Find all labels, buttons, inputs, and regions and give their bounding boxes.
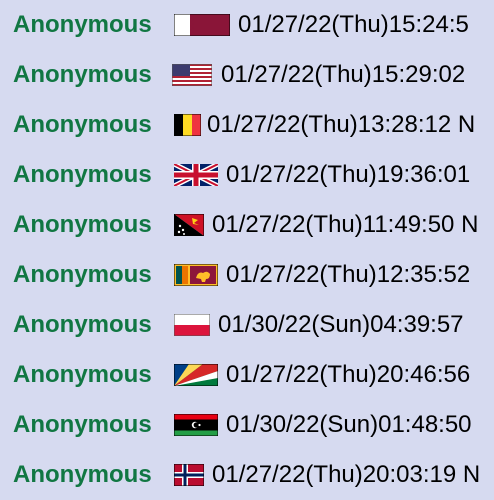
post-header-row: Anonymous 01/27/22(Thu)19:36:01 xyxy=(0,150,494,200)
post-header-row: Anonymous 01/30/22(Sun)01:48:50 xyxy=(0,400,494,450)
post-header-row: Anonymous 01/27/22(Thu)15:29:02 xyxy=(0,50,494,100)
poster-name: Anonymous xyxy=(13,111,152,138)
poster-name: Anonymous xyxy=(13,161,152,188)
norway-flag-icon xyxy=(174,464,204,486)
post-header-row: Anonymous 01/27/22(Thu)20:46:56 xyxy=(0,350,494,400)
post-header-row: Anonymous 01/27/22(Thu)11:49:50 N xyxy=(0,200,494,250)
post-datetime: 01/27/22(Thu)19:36:01 xyxy=(226,161,471,188)
post-datetime: 01/27/22(Thu)20:46:56 xyxy=(226,361,471,388)
post-datetime: 01/27/22(Thu)11:49:50 N xyxy=(212,211,479,238)
post-header-row: Anonymous 01/27/22(Thu)15:24:5 xyxy=(0,0,494,50)
poster-name: Anonymous xyxy=(13,411,152,438)
sri-lanka-flag-icon xyxy=(174,264,218,286)
post-datetime: 01/27/22(Thu)12:35:52 xyxy=(226,261,471,288)
post-header-row: Anonymous 01/27/22(Thu)12:35:52 xyxy=(0,250,494,300)
post-header-row: Anonymous 01/27/22(Thu)20:03:19 N xyxy=(0,450,494,500)
post-datetime: 01/27/22(Thu)15:24:5 xyxy=(238,11,469,38)
poster-name: Anonymous xyxy=(13,261,152,288)
post-list: Anonymous 01/27/22(Thu)15:24:5 Anonymous… xyxy=(0,0,494,500)
united-states-flag-icon xyxy=(172,64,212,86)
poster-name: Anonymous xyxy=(13,361,152,388)
post-header-row: Anonymous 01/27/22(Thu)13:28:12 N xyxy=(0,100,494,150)
post-datetime: 01/27/22(Thu)15:29:02 xyxy=(221,61,466,88)
poster-name: Anonymous xyxy=(13,311,152,338)
post-datetime: 01/27/22(Thu)13:28:12 N xyxy=(207,111,476,138)
post-datetime: 01/27/22(Thu)20:03:19 N xyxy=(212,461,481,488)
papua-new-guinea-flag-icon xyxy=(174,214,204,236)
post-datetime: 01/30/22(Sun)01:48:50 xyxy=(226,411,472,438)
post-header-row: Anonymous 01/30/22(Sun)04:39:57 xyxy=(0,300,494,350)
united-kingdom-flag-icon xyxy=(174,164,218,186)
poster-name: Anonymous xyxy=(13,461,152,488)
libya-flag-icon xyxy=(174,414,218,436)
seychelles-flag-icon xyxy=(174,364,218,386)
poster-name: Anonymous xyxy=(13,61,152,88)
poster-name: Anonymous xyxy=(13,11,152,38)
qatar-flag-icon xyxy=(174,14,230,36)
poland-flag-icon xyxy=(174,314,210,336)
belgium-flag-icon xyxy=(174,114,201,136)
post-datetime: 01/30/22(Sun)04:39:57 xyxy=(218,311,464,338)
poster-name: Anonymous xyxy=(13,211,152,238)
